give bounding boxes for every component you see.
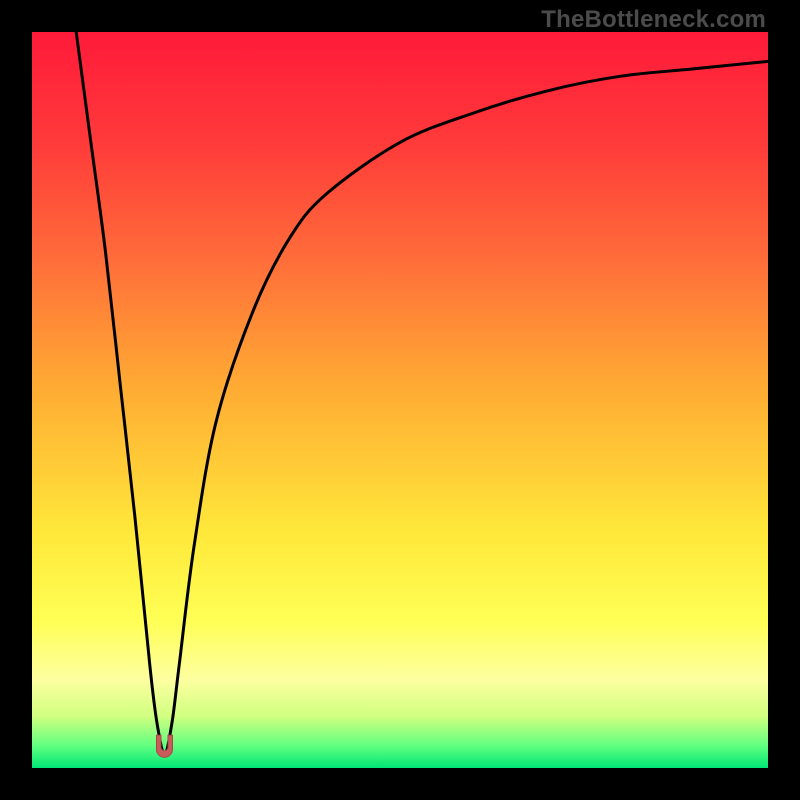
background-gradient xyxy=(32,32,768,768)
plot-area xyxy=(32,32,768,768)
watermark-text: TheBottleneck.com xyxy=(541,6,766,34)
chart-frame: TheBottleneck.com xyxy=(0,0,800,800)
